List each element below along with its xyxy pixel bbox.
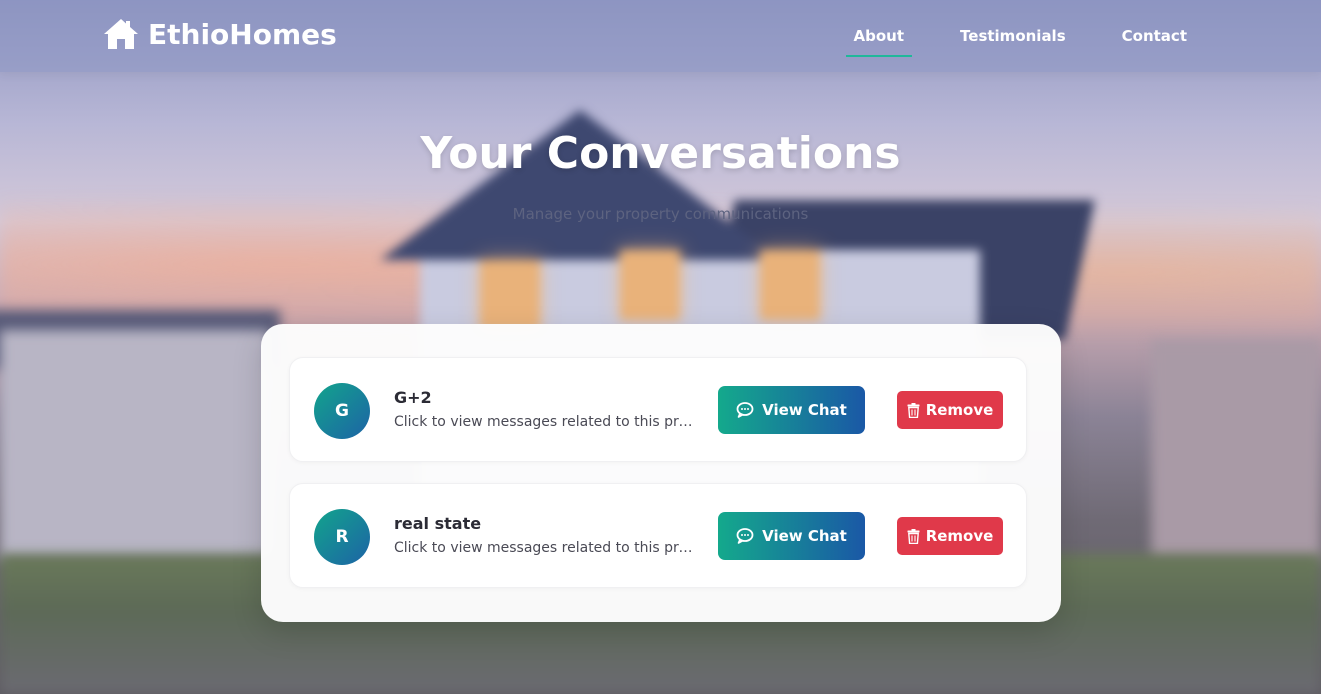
chat-bubble-icon	[736, 402, 754, 418]
view-chat-label: View Chat	[762, 527, 847, 545]
view-chat-button[interactable]: View Chat	[718, 386, 865, 434]
brand-name: EthioHomes	[148, 17, 337, 51]
chat-bubble-icon	[736, 528, 754, 544]
page-title: Your Conversations	[420, 128, 901, 179]
remove-label: Remove	[925, 527, 994, 545]
avatar: R	[314, 509, 370, 565]
trash-icon	[907, 528, 920, 544]
home-icon	[104, 19, 138, 49]
nav-link-testimonials[interactable]: Testimonials	[952, 27, 1074, 45]
nav-link-about[interactable]: About	[845, 27, 913, 57]
avatar: G	[314, 383, 370, 439]
page-subtitle: Manage your property communications	[512, 205, 809, 223]
view-chat-button[interactable]: View Chat	[718, 512, 865, 560]
trash-icon	[907, 402, 920, 418]
conversation-preview: Click to view messages related to this p…	[394, 414, 694, 430]
brand-logo[interactable]: EthioHomes	[102, 14, 337, 54]
conversation-title: real state	[394, 514, 482, 533]
view-chat-label: View Chat	[762, 401, 847, 419]
conversations-panel: G G+2 Click to view messages related to …	[261, 324, 1061, 622]
remove-label: Remove	[925, 401, 994, 419]
conversation-item: R real state Click to view messages rela…	[289, 483, 1027, 588]
nav-links: About Testimonials Contact	[845, 0, 1195, 72]
navbar: EthioHomes About Testimonials Contact	[0, 0, 1321, 72]
conversation-item: G G+2 Click to view messages related to …	[289, 357, 1027, 462]
remove-button[interactable]: Remove	[897, 517, 1003, 555]
remove-button[interactable]: Remove	[897, 391, 1003, 429]
conversation-preview: Click to view messages related to this p…	[394, 540, 694, 556]
conversation-title: G+2	[394, 388, 432, 407]
nav-link-contact[interactable]: Contact	[1114, 27, 1195, 45]
